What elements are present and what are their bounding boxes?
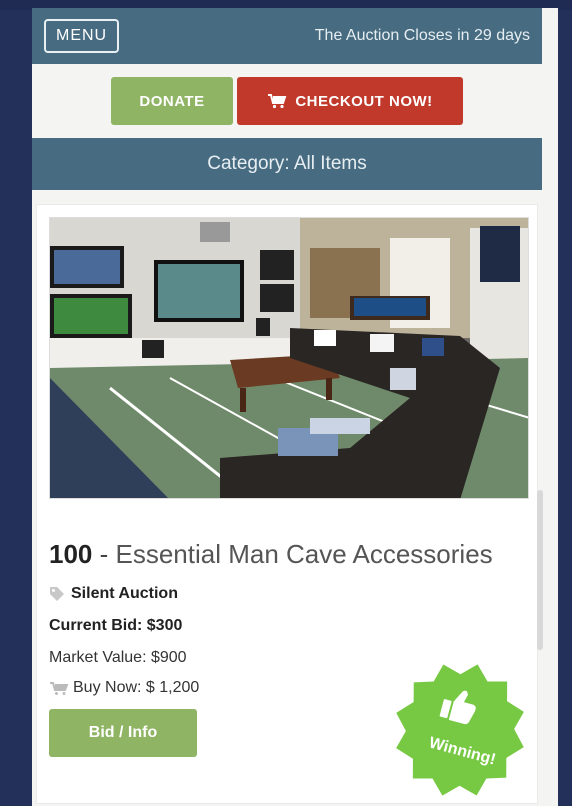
market-value: Market Value: $900 [49,649,187,666]
bid-info-button[interactable]: Bid / Info [49,709,197,757]
item-name: Essential Man Cave Accessories [115,539,493,569]
buy-now-price: Buy Now: $ 1,200 [73,679,200,696]
badge-label-wrap: Winning! [389,659,531,801]
winning-badge: Winning! [389,659,531,801]
item-title: 100 - Essential Man Cave Accessories [49,539,493,570]
item-separator: - [92,539,116,569]
bid-info-label: Bid / Info [88,724,158,741]
cart-icon [50,681,69,695]
scroll-edge [542,8,558,806]
current-bid: Current Bid: $300 [49,617,183,634]
scrollbar-thumb[interactable] [537,490,543,650]
donate-button[interactable]: DONATE [111,77,233,125]
category-label: Category: All Items [207,153,367,174]
page: MENU The Auction Closes in 29 days DONAT… [32,8,542,806]
donate-label: DONATE [139,92,205,110]
auction-type: Silent Auction [71,585,178,602]
item-card: 100 - Essential Man Cave Accessories Sil… [36,204,538,804]
auction-status: The Auction Closes in 29 days [314,27,530,44]
item-photo-image [50,218,528,498]
tag-icon [50,587,64,601]
item-number: 100 [49,539,93,569]
badge-label: Winning! [426,734,498,769]
checkout-button[interactable]: CHECKOUT NOW! [237,77,463,125]
checkout-label: CHECKOUT NOW! [295,92,433,110]
cart-icon [268,94,287,109]
header-bar: MENU The Auction Closes in 29 days [32,8,542,64]
item-photo[interactable] [49,217,529,499]
menu-button[interactable]: MENU [44,19,120,53]
auction-type-row: Silent Auction [49,585,178,603]
buy-now-row: Buy Now: $ 1,200 [49,679,199,697]
category-bar[interactable]: Category: All Items [32,138,542,190]
action-bar: DONATE CHECKOUT NOW! [32,64,542,138]
